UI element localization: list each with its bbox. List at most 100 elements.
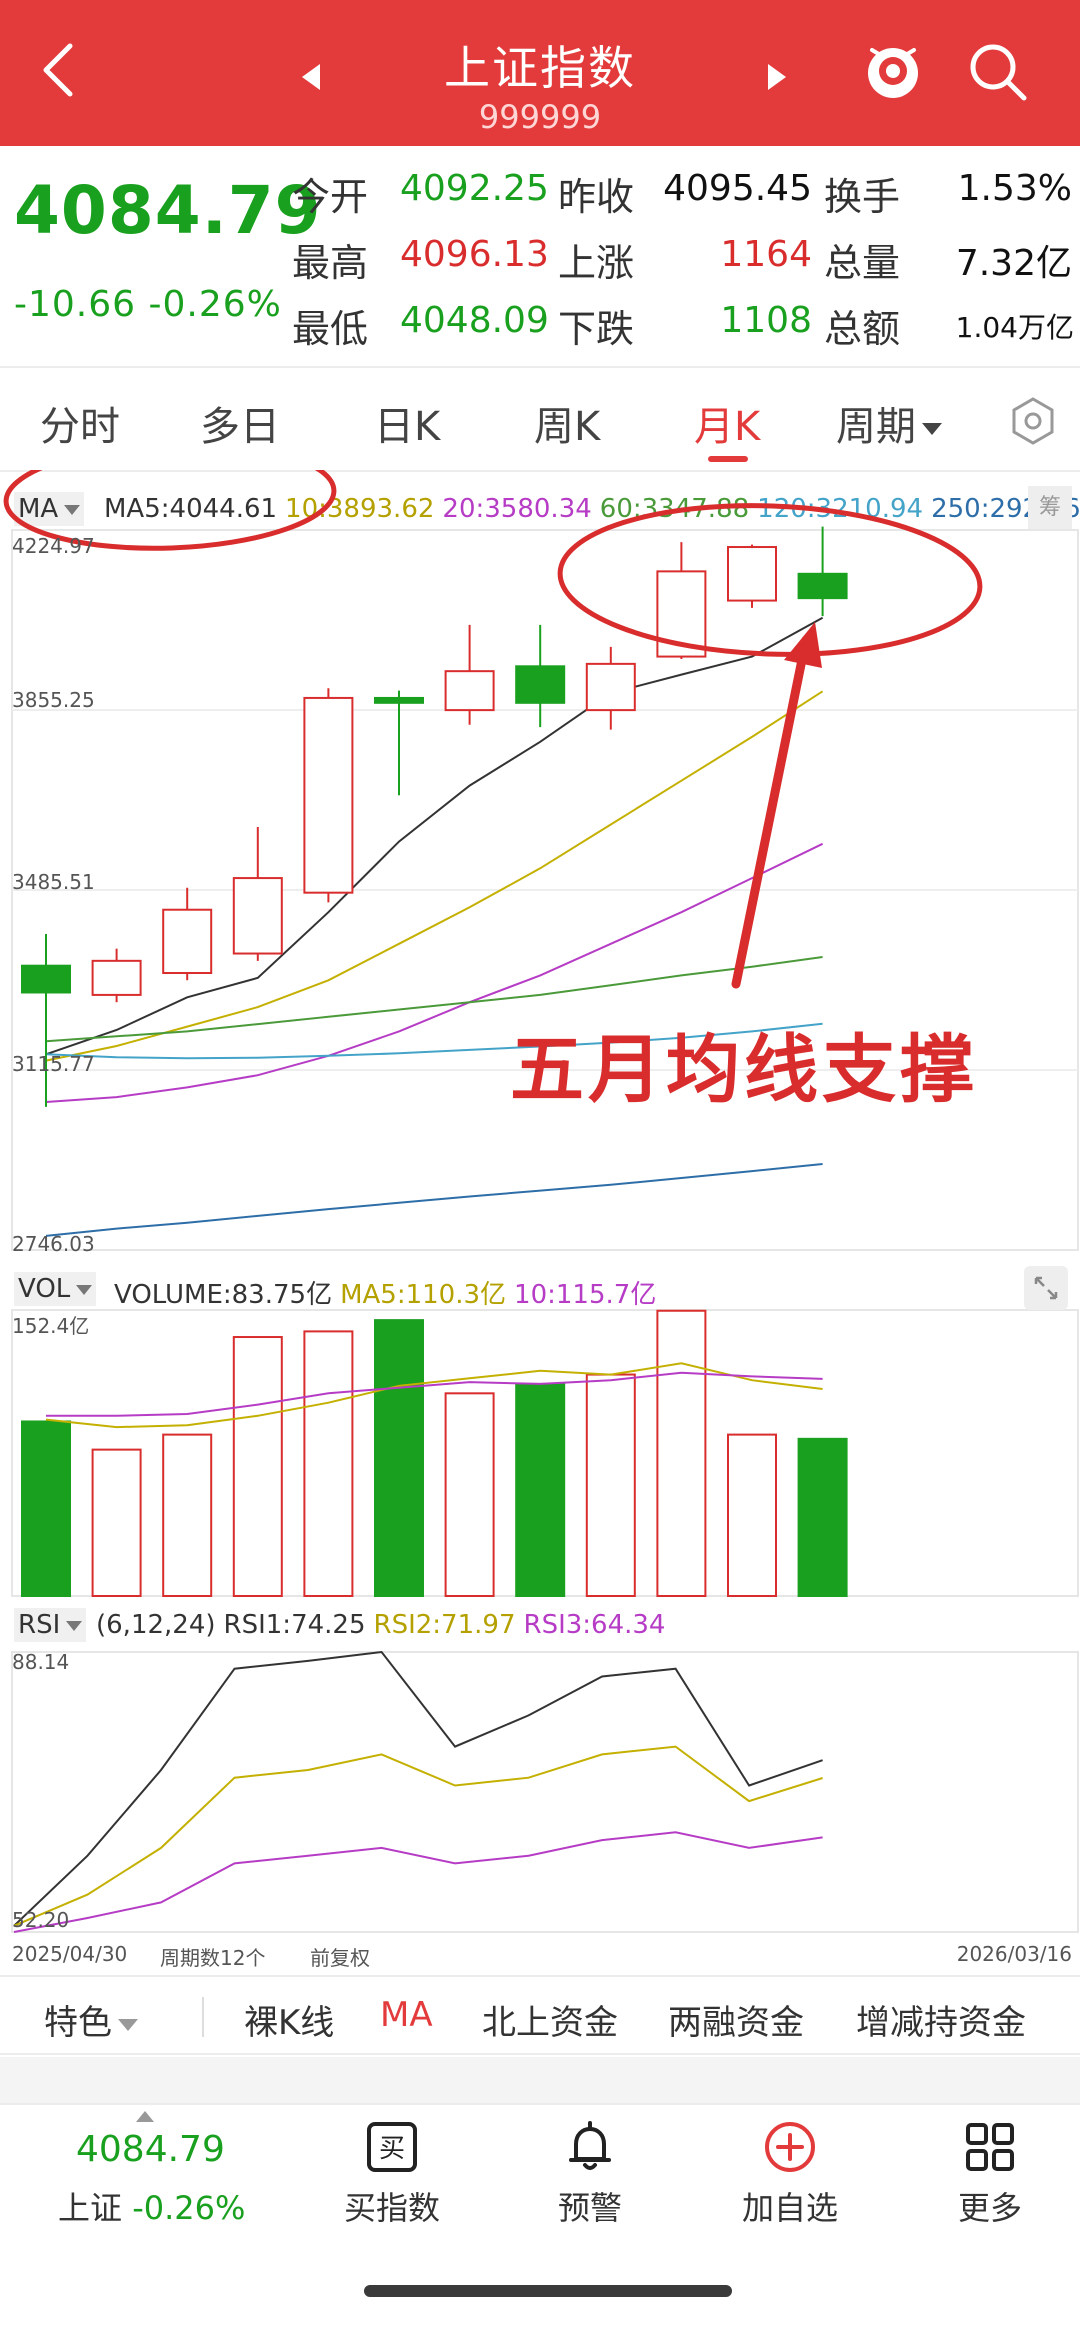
rsi1-legend: RSI1:74.25 bbox=[223, 1610, 366, 1640]
alert-button[interactable]: 预警 bbox=[510, 2119, 670, 2229]
tab-period-dropdown[interactable]: 周期 bbox=[836, 394, 942, 452]
add-watchlist-label: 加自选 bbox=[741, 2189, 838, 2227]
vol-indicator-button[interactable]: VOL bbox=[14, 1272, 97, 1306]
volume-bar-down bbox=[374, 1319, 424, 1598]
buy-index-button[interactable]: 买 买指数 bbox=[312, 2119, 472, 2229]
home-indicator bbox=[364, 2285, 732, 2297]
current-price: 4084.79 bbox=[14, 172, 322, 249]
volume-legend: VOLUME:83.75亿 MA5:110.3亿 10:115.7亿 bbox=[114, 1274, 664, 1311]
feature-separator bbox=[202, 1997, 204, 2037]
candle-down bbox=[374, 696, 424, 704]
down-count-label: 下跌 bbox=[558, 307, 635, 351]
amount-label: 总额 bbox=[824, 307, 901, 351]
tab-weekly-k[interactable]: 周K bbox=[534, 394, 600, 452]
chart-area[interactable] bbox=[0, 470, 1080, 1950]
grid-icon bbox=[966, 2123, 1014, 2171]
ma250-line bbox=[45, 1163, 823, 1237]
nav-name-change: 上证 -0.26% bbox=[58, 2183, 245, 2229]
kline-y-tick: 2746.03 bbox=[12, 1232, 95, 1256]
period-count: 周期数12个 bbox=[160, 1946, 266, 1970]
low-label: 最低 bbox=[292, 307, 369, 351]
prev-close-value: 4095.45 bbox=[663, 168, 812, 209]
volume-bar-up bbox=[585, 1373, 636, 1597]
candle-down bbox=[21, 964, 71, 994]
up-count-value: 1164 bbox=[720, 234, 812, 275]
rsi3-line bbox=[13, 1831, 823, 1933]
high-value: 4096.13 bbox=[400, 234, 549, 275]
buy-icon: 买 bbox=[367, 2122, 417, 2172]
feature-special-dropdown[interactable]: 特色 bbox=[44, 1995, 138, 2044]
feature-northbound[interactable]: 北上资金 bbox=[482, 1995, 618, 2044]
high-label: 最高 bbox=[292, 241, 369, 285]
annotation-arrow-shaft bbox=[731, 635, 811, 989]
candle-up bbox=[585, 662, 636, 712]
feature-special-label: 特色 bbox=[44, 2003, 112, 2043]
rsi-indicator-button[interactable]: RSI bbox=[14, 1608, 87, 1642]
kline-y-tick: 3485.51 bbox=[12, 870, 95, 894]
candle-down bbox=[515, 665, 566, 704]
ma5-line bbox=[45, 616, 824, 1056]
more-button[interactable]: 更多 bbox=[910, 2119, 1070, 2229]
volume-bar-up bbox=[162, 1433, 213, 1597]
feature-bar: 特色 裸K线 MA 北上资金 两融资金 增减持资金 bbox=[0, 1975, 1080, 2055]
add-circle-icon bbox=[765, 2122, 815, 2172]
rsi2-line bbox=[13, 1745, 823, 1927]
tab-multi-day[interactable]: 多日 bbox=[200, 394, 280, 452]
candle-up bbox=[727, 546, 777, 602]
spacer bbox=[0, 2057, 1080, 2103]
rsi-frame bbox=[11, 1651, 1079, 1933]
feature-naked-k[interactable]: 裸K线 bbox=[244, 1995, 334, 2044]
chevron-down-icon bbox=[76, 1284, 93, 1295]
next-stock-arrow-icon[interactable] bbox=[768, 64, 786, 90]
volume-bar-down bbox=[21, 1420, 71, 1597]
rsi1-line bbox=[13, 1650, 823, 1927]
add-watchlist-button[interactable]: 加自选 bbox=[710, 2119, 870, 2229]
start-date: 2025/04/30 bbox=[12, 1942, 128, 1966]
volume-label: 总量 bbox=[824, 241, 901, 285]
volume-bar-down bbox=[797, 1437, 848, 1598]
mascot-icon[interactable] bbox=[862, 40, 924, 102]
volume-bar-up bbox=[656, 1309, 707, 1597]
stock-code: 999999 bbox=[478, 98, 602, 136]
rsi-y-bottom: 52.20 bbox=[12, 1908, 70, 1932]
kline-y-tick: 4224.97 bbox=[12, 534, 95, 558]
volume-bar-up bbox=[727, 1433, 777, 1597]
settings-hexagon-icon[interactable] bbox=[1008, 396, 1058, 446]
prev-close-label: 昨收 bbox=[558, 175, 635, 219]
volume-value: 7.32亿 bbox=[955, 243, 1072, 284]
up-count-label: 上涨 bbox=[558, 241, 635, 285]
tab-period-label: 周期 bbox=[836, 404, 916, 450]
nav-price: 4084.79 bbox=[76, 2129, 225, 2170]
rsi3-legend: RSI3:64.34 bbox=[523, 1610, 666, 1640]
turnover-label: 换手 bbox=[824, 175, 901, 219]
expand-icon[interactable] bbox=[1024, 1266, 1068, 1310]
tab-monthly-k[interactable]: 月K bbox=[694, 394, 760, 452]
expand-up-icon[interactable] bbox=[136, 2111, 154, 2122]
down-count-value: 1108 bbox=[720, 300, 812, 341]
rsi-button-label: RSI bbox=[18, 1610, 61, 1640]
open-label: 今开 bbox=[292, 175, 369, 219]
annotation-text: 五月均线支撑 bbox=[510, 1027, 978, 1113]
candle-up bbox=[303, 696, 354, 894]
feature-margin[interactable]: 两融资金 bbox=[668, 1995, 804, 2044]
chevron-down-icon bbox=[922, 423, 942, 435]
rsi2-legend: RSI2:71.97 bbox=[373, 1610, 516, 1640]
candle-up bbox=[162, 908, 213, 975]
end-date: 2026/03/16 bbox=[956, 1942, 1072, 1966]
quote-panel: 4084.79 -10.66 -0.26% 今开 4092.25 最高 4096… bbox=[0, 146, 1080, 366]
chevron-down-icon bbox=[66, 1620, 83, 1631]
feature-ma[interactable]: MA bbox=[380, 1995, 433, 2035]
volume-bar-down bbox=[515, 1382, 566, 1597]
tab-daily-k[interactable]: 日K bbox=[374, 394, 440, 452]
tab-intraday[interactable]: 分时 bbox=[40, 394, 120, 452]
kline-y-tick: 3115.77 bbox=[12, 1052, 95, 1076]
candle-up bbox=[444, 670, 495, 712]
buy-index-label: 买指数 bbox=[343, 2189, 440, 2227]
open-value: 4092.25 bbox=[400, 168, 549, 209]
volume-ma5-legend: MA5:110.3亿 bbox=[340, 1280, 507, 1310]
active-tab-indicator bbox=[708, 456, 748, 462]
bell-icon bbox=[569, 2121, 611, 2170]
vol-button-label: VOL bbox=[18, 1274, 71, 1304]
feature-holdings-change[interactable]: 增减持资金 bbox=[856, 1995, 1026, 2044]
search-icon[interactable] bbox=[966, 40, 1030, 104]
